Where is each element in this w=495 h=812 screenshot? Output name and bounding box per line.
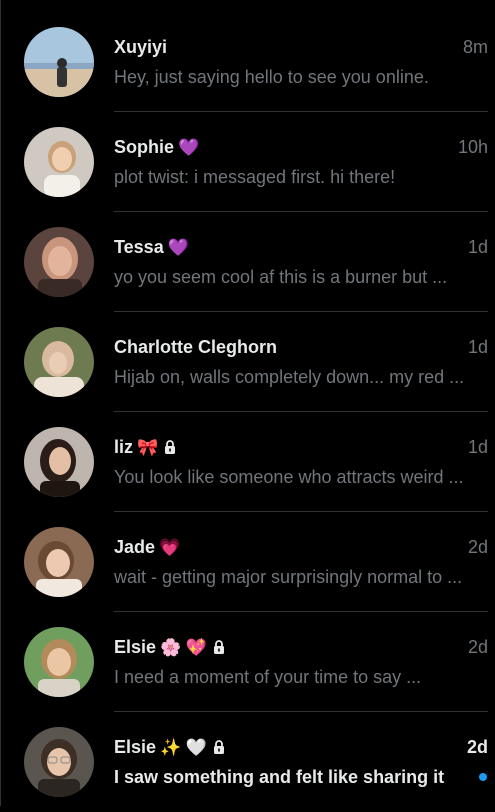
name-line: Elsie ✨ 🤍 (114, 735, 385, 759)
avatar[interactable] (24, 227, 94, 297)
avatar[interactable] (24, 627, 94, 697)
name-line: Elsie 🌸 💖 (114, 635, 385, 659)
conversation-list: Xuyiyi 8m Hey, just saying hello to see … (1, 0, 495, 812)
avatar[interactable] (24, 127, 94, 197)
conversation-row[interactable]: Xuyiyi 8m Hey, just saying hello to see … (1, 0, 495, 112)
timestamp: 2d (467, 637, 488, 657)
contact-name: Xuyiyi (114, 36, 168, 57)
contact-name: Elsie (114, 636, 157, 657)
timestamp: 1d (467, 437, 488, 457)
message-preview: yo you seem cool af this is a burner but… (114, 267, 448, 287)
message-preview: Hijab on, walls completely down... my re… (114, 367, 465, 387)
message-preview: I need a moment of your time to say ... (114, 667, 422, 687)
name-line: Xuyiyi (114, 35, 385, 59)
avatar[interactable] (24, 27, 94, 97)
heart-emoji-icon: 💗 (159, 537, 181, 557)
timestamp: 8m (462, 37, 488, 57)
conversation-row[interactable]: Tessa 💜 1d yo you seem cool af this is a… (1, 212, 495, 312)
contact-name: liz (114, 436, 134, 457)
contact-name: Charlotte Cleghorn (114, 336, 278, 357)
lock-icon (164, 440, 176, 454)
avatar[interactable] (24, 727, 94, 797)
flower-heart-emoji-icon: 🌸 💖 (160, 637, 208, 657)
message-preview: You look like someone who attracts weird… (114, 467, 464, 487)
conversation-row[interactable]: Charlotte Cleghorn 1d Hijab on, walls co… (1, 312, 495, 412)
timestamp: 1d (467, 337, 488, 357)
conversation-row[interactable]: Jade 💗 2d wait - getting major surprisin… (1, 512, 495, 612)
heart-emoji-icon: 💜 (178, 137, 200, 157)
name-line: Sophie 💜 (114, 135, 385, 159)
message-preview: plot twist: i messaged first. hi there! (114, 167, 396, 187)
conversation-row[interactable]: Sophie 💜 10h plot twist: i messaged firs… (1, 112, 495, 212)
timestamp: 2d (467, 537, 488, 557)
avatar[interactable] (24, 527, 94, 597)
contact-name: Elsie (114, 736, 157, 757)
message-preview: wait - getting major surprisingly normal… (114, 567, 463, 587)
avatar[interactable] (24, 327, 94, 397)
avatar[interactable] (24, 427, 94, 497)
timestamp: 10h (457, 137, 488, 157)
name-line: liz 🎀 (114, 435, 385, 459)
timestamp: 1d (467, 237, 488, 257)
heart-emoji-icon: 💜 (167, 237, 189, 257)
conversation-row[interactable]: liz 🎀 1d You look like someone who attra… (1, 412, 495, 512)
name-line: Jade 💗 (114, 535, 385, 559)
name-line: Tessa 💜 (114, 235, 385, 259)
contact-name: Sophie (114, 136, 175, 157)
message-preview: I saw something and felt like sharing it (114, 767, 445, 787)
conversation-row[interactable]: Elsie 🌸 💖 2d I need a moment of your tim… (1, 612, 495, 712)
lock-icon (213, 640, 225, 654)
message-preview: Hey, just saying hello to see you online… (114, 67, 429, 87)
timestamp: 2d (466, 737, 488, 757)
lock-icon (213, 740, 225, 754)
name-line: Charlotte Cleghorn (114, 335, 385, 359)
conversation-row[interactable]: Elsie ✨ 🤍 2d I saw something and felt li… (1, 712, 495, 812)
sparkles-heart-emoji-icon: ✨ 🤍 (160, 737, 208, 757)
contact-name: Tessa (114, 236, 164, 257)
ribbon-emoji-icon: 🎀 (137, 437, 159, 457)
contact-name: Jade (114, 536, 156, 557)
unread-dot-icon (479, 773, 487, 781)
